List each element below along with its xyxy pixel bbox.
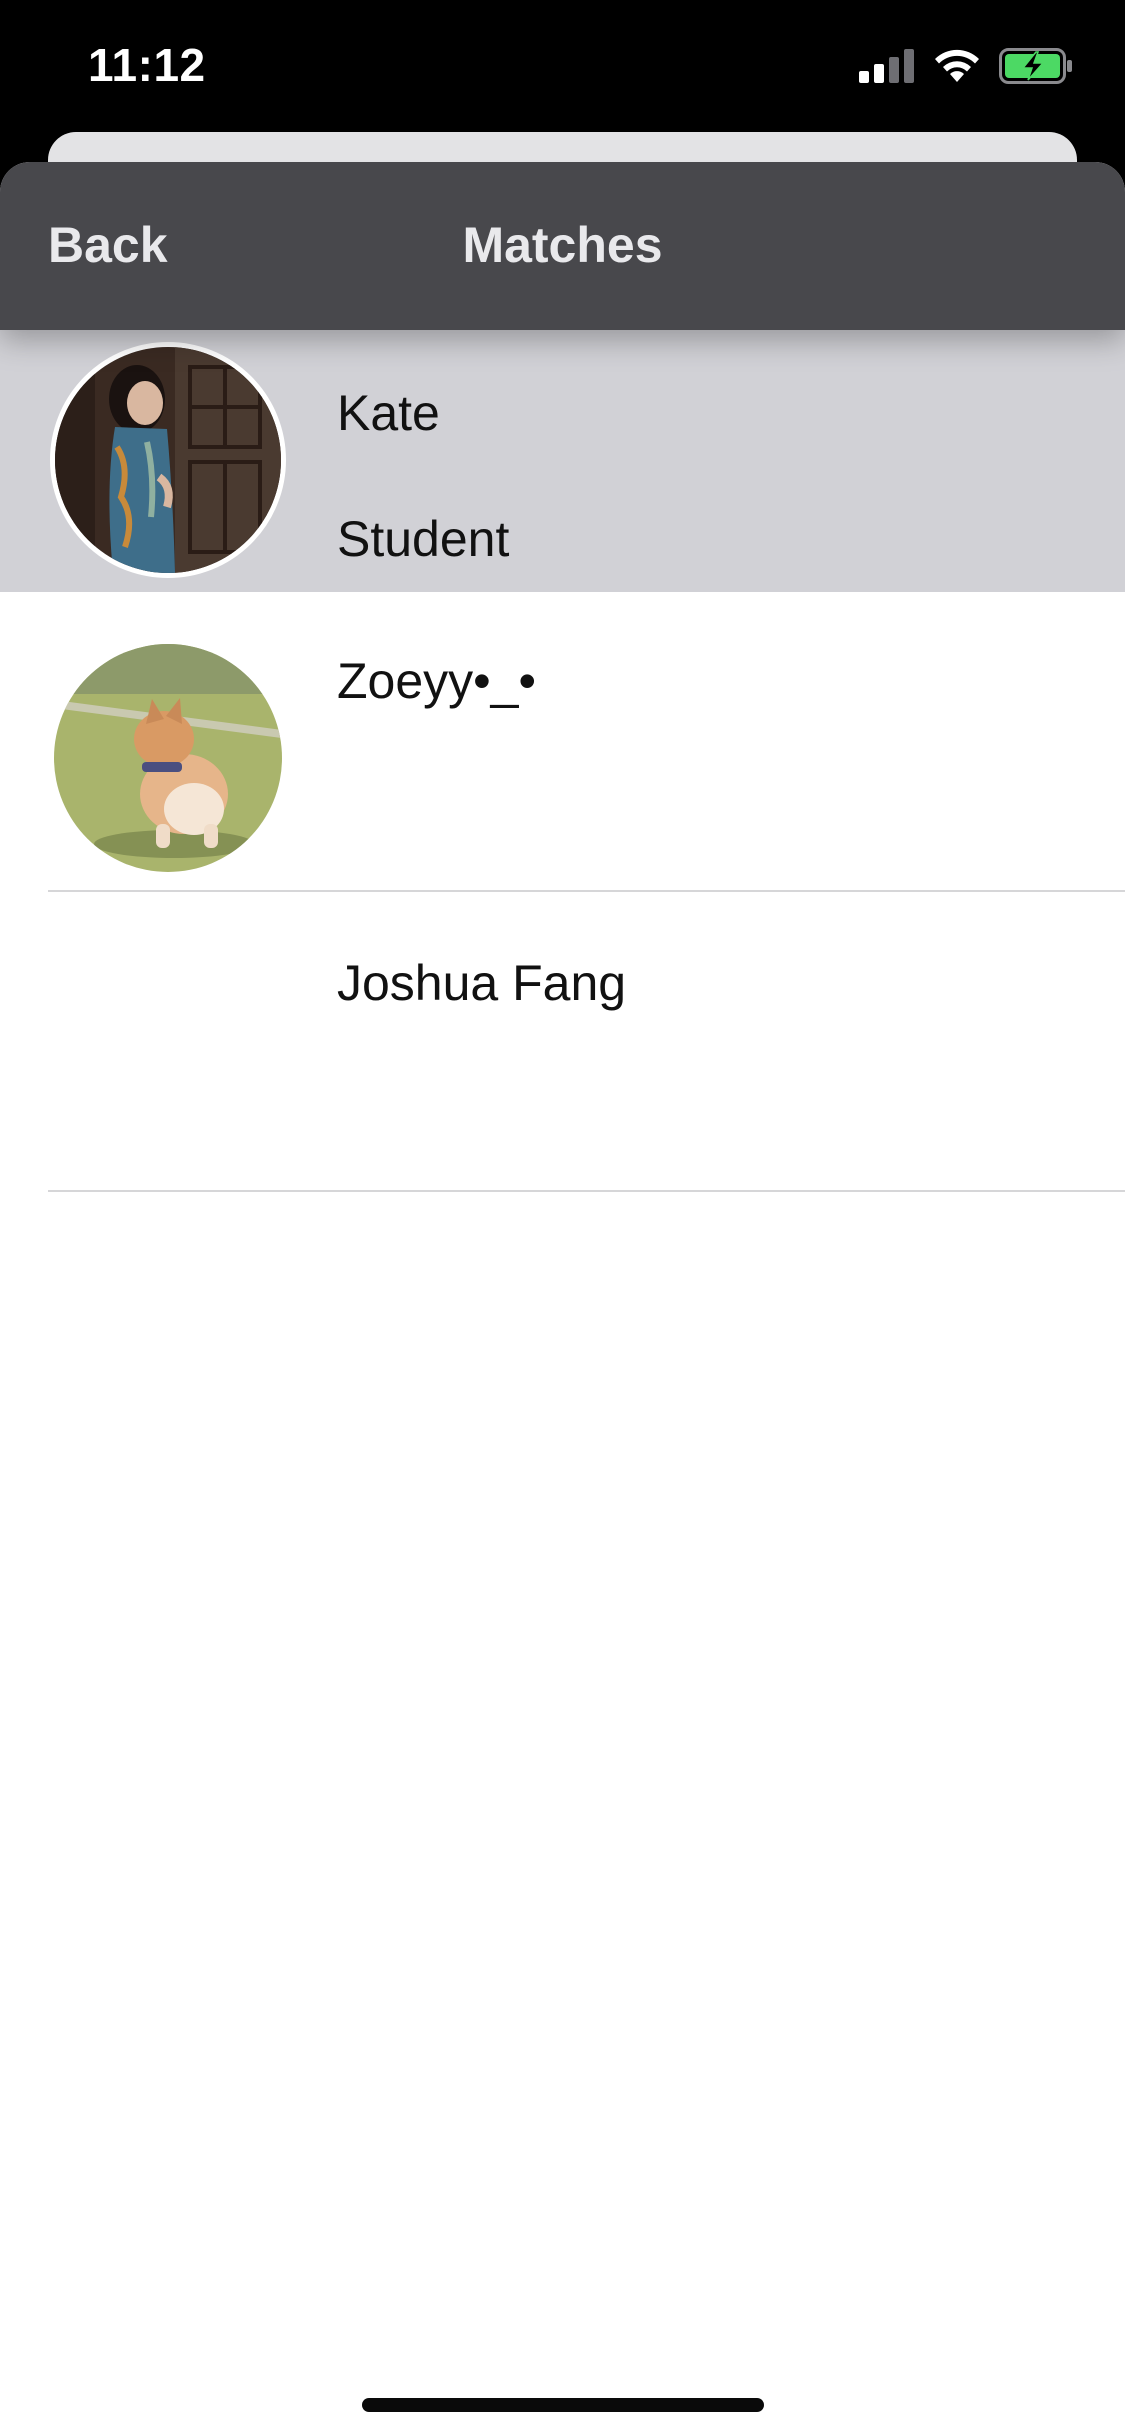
photo-woman-avatar [55, 347, 281, 573]
status-bar: 11:12 [0, 0, 1125, 135]
battery-charging-icon [999, 48, 1072, 84]
screen: 11:12 Back Matches Kate Student Zoeyy•_•… [0, 0, 1125, 2436]
avatar [50, 342, 286, 578]
photo-corgi-avatar [54, 644, 282, 872]
cellular-signal-icon [859, 49, 914, 83]
matches-list: Kate Student Zoeyy•_• Joshua Fang [0, 330, 1125, 1192]
wifi-icon [935, 49, 979, 82]
status-time: 11:12 [88, 39, 206, 91]
match-name: Joshua Fang [337, 955, 627, 1011]
home-indicator[interactable] [362, 2398, 764, 2412]
matches-sheet: Back Matches Kate Student Zoeyy•_• Joshu… [0, 162, 1125, 2436]
status-icons [859, 48, 1075, 84]
match-subtitle: Student [337, 511, 510, 567]
match-row-joshua-fang[interactable]: Joshua Fang [0, 892, 1125, 1192]
match-row-zoeyy[interactable]: Zoeyy•_• [0, 592, 1125, 892]
avatar [54, 644, 282, 872]
match-name: Zoeyy•_• [337, 653, 536, 709]
page-title: Matches [462, 217, 663, 273]
match-row-kate[interactable]: Kate Student [0, 330, 1125, 592]
match-name: Kate [337, 385, 440, 441]
row-separator [48, 1190, 1125, 1192]
navigation-bar: Back Matches [0, 162, 1125, 330]
